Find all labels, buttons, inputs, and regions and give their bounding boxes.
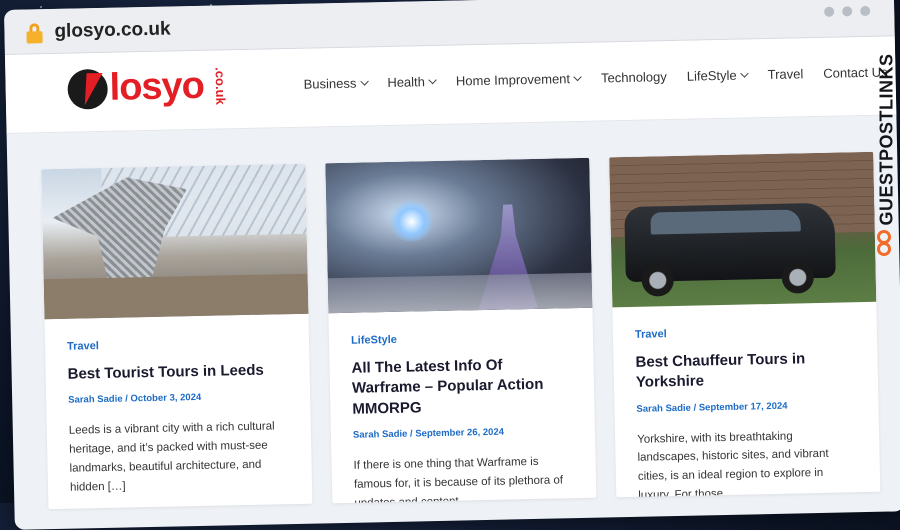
chevron-down-icon: [740, 69, 749, 78]
chevron-down-icon: [573, 72, 583, 82]
chevron-down-icon: [428, 75, 438, 85]
chevron-down-icon: [360, 77, 369, 86]
post-thumbnail[interactable]: [609, 151, 877, 308]
post-card: LifeStyle All The Latest Info Of Warfram…: [325, 157, 597, 504]
post-excerpt: If there is one thing that Warframe is f…: [353, 455, 564, 504]
site-logo[interactable]: losyo .co.uk: [67, 64, 240, 111]
window-dot-icon[interactable]: [860, 5, 871, 17]
window-dot-icon[interactable]: [824, 6, 835, 17]
nav-item-travel[interactable]: Travel: [768, 66, 804, 82]
post-category[interactable]: Travel: [635, 324, 855, 341]
post-card: Travel Best Chauffeur Tours in Yorkshire…: [609, 151, 881, 498]
address-bar[interactable]: glosyo.co.uk: [54, 19, 171, 43]
nav-item-technology[interactable]: Technology: [601, 69, 667, 85]
lock-icon: [26, 23, 43, 44]
post-thumbnail[interactable]: [325, 157, 593, 314]
nav-label: Health: [387, 74, 426, 90]
logo-tld: .co.uk: [212, 67, 229, 105]
nav-label: Business: [303, 75, 357, 92]
window-controls: [824, 5, 871, 17]
link-icon: [875, 230, 893, 260]
nav-label: LifeStyle: [686, 67, 737, 84]
main-nav: Business Health Home Improvement Technol…: [303, 65, 887, 92]
post-thumbnail[interactable]: [41, 163, 309, 320]
logo-g-icon: [67, 68, 109, 110]
nav-label: Travel: [767, 66, 804, 83]
nav-item-business[interactable]: Business: [303, 75, 369, 92]
guestpostlinks-banner: GUESTPOSTLINKS: [872, 40, 898, 270]
post-excerpt: Leeds is a vibrant city with a rich cult…: [68, 420, 275, 494]
nav-item-health[interactable]: Health: [387, 74, 438, 90]
post-category[interactable]: Travel: [67, 336, 287, 353]
post-title[interactable]: Best Chauffeur Tours in Yorkshire: [635, 348, 856, 393]
window-dot-icon[interactable]: [842, 6, 853, 17]
logo-text: losyo: [109, 64, 205, 109]
nav-item-home-improvement[interactable]: Home Improvement: [455, 71, 583, 89]
banner-text: GUESTPOSTLINKS: [876, 53, 897, 226]
nav-label: Home Improvement: [455, 71, 571, 89]
post-title[interactable]: All The Latest Info Of Warframe – Popula…: [351, 354, 572, 419]
browser-window: glosyo.co.uk losyo .co.uk Business Healt…: [4, 0, 900, 530]
post-category[interactable]: LifeStyle: [351, 330, 571, 347]
post-meta[interactable]: Sarah Sadie / September 17, 2024: [636, 399, 856, 414]
post-title[interactable]: Best Tourist Tours in Leeds: [67, 360, 287, 385]
post-excerpt: Yorkshire, with its breathtaking landsca…: [637, 430, 829, 498]
nav-item-lifestyle[interactable]: LifeStyle: [686, 67, 749, 84]
post-card: Travel Best Tourist Tours in Leeds Sarah…: [41, 163, 313, 510]
post-grid: Travel Best Tourist Tours in Leeds Sarah…: [41, 151, 881, 510]
nav-label: Technology: [600, 69, 667, 86]
post-meta[interactable]: Sarah Sadie / September 26, 2024: [353, 425, 573, 440]
post-meta[interactable]: Sarah Sadie / October 3, 2024: [68, 390, 288, 406]
